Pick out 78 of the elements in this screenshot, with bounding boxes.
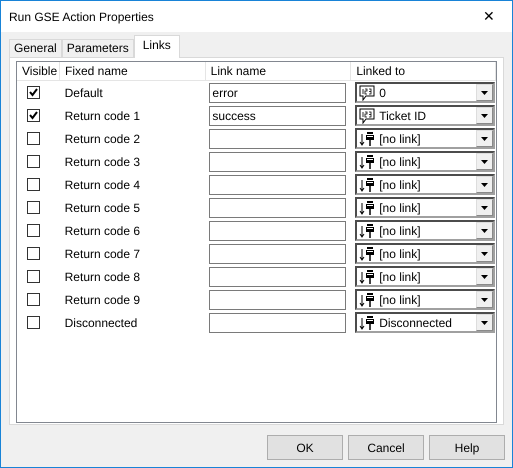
link-name-field[interactable] [209, 198, 346, 218]
caret-icon [476, 222, 494, 239]
link-name-field[interactable] [209, 244, 346, 264]
link-name-field[interactable] [209, 174, 346, 194]
link-name-field[interactable] [209, 128, 346, 148]
tab[interactable]: Parameters [62, 39, 134, 57]
dialog-button[interactable]: Help [429, 435, 505, 460]
column-header: Link name [206, 62, 352, 80]
fixed-name: Return code 4 [64, 176, 140, 192]
plug-icon [359, 246, 376, 262]
plug-icon [359, 314, 376, 330]
link-name-field[interactable]: error [209, 82, 346, 102]
caret-icon [476, 199, 494, 216]
checkbox[interactable] [27, 178, 40, 191]
fixed-name: Return code 8 [64, 268, 140, 284]
number-bubble-icon [359, 108, 376, 124]
caret-icon [476, 314, 494, 331]
caret-icon [476, 268, 494, 285]
fixed-name: Return code 6 [64, 222, 140, 238]
checkbox[interactable] [27, 109, 40, 122]
link-name-field[interactable]: success [209, 106, 346, 126]
dialog-button[interactable]: Cancel [348, 435, 424, 460]
plug-icon [359, 268, 376, 284]
column-header: Fixed name [60, 62, 206, 80]
link-name-field[interactable] [209, 290, 346, 310]
linked-to-dropdown[interactable]: [no link] [355, 197, 496, 218]
fixed-name: Default [64, 84, 103, 100]
linked-to-dropdown[interactable]: [no link] [355, 128, 496, 149]
fixed-name: Return code 1 [64, 108, 140, 122]
checkbox[interactable] [27, 293, 40, 306]
checkbox[interactable] [27, 86, 40, 99]
fixed-name: Return code 3 [64, 154, 140, 168]
checkbox[interactable] [27, 270, 40, 283]
linked-to-dropdown[interactable]: [no link] [355, 243, 496, 264]
tab[interactable]: Links [134, 35, 180, 58]
link-name-field[interactable] [209, 152, 346, 172]
linked-to-dropdown[interactable]: [no link] [355, 289, 496, 310]
linked-to-dropdown[interactable]: [no link] [355, 266, 496, 287]
plug-icon [359, 154, 376, 170]
caret-icon [476, 176, 494, 193]
fixed-name: Return code 5 [64, 200, 140, 214]
checkbox[interactable] [27, 247, 40, 260]
caret-icon [476, 291, 494, 308]
link-name-field[interactable] [209, 220, 346, 240]
plug-icon [359, 222, 376, 238]
caret-icon [476, 107, 494, 124]
link-name-field[interactable] [209, 266, 346, 286]
checkbox[interactable] [27, 132, 40, 145]
fixed-name: Return code 7 [64, 246, 140, 260]
plug-icon [359, 200, 376, 216]
caret-icon [476, 245, 494, 262]
linked-to-dropdown[interactable]: Disconnected [355, 312, 496, 333]
checkbox[interactable] [27, 201, 40, 214]
linked-to-dropdown[interactable]: 0 [355, 82, 496, 103]
linked-to-dropdown[interactable]: [no link] [355, 174, 496, 195]
column-header: Linked to [351, 62, 496, 80]
fixed-name: Return code 9 [64, 292, 140, 306]
fixed-name: Return code 2 [64, 130, 140, 146]
plug-icon [359, 130, 376, 146]
checkbox[interactable] [27, 155, 40, 168]
caret-icon [476, 153, 494, 170]
plug-icon [359, 292, 376, 308]
caret-icon [476, 130, 494, 147]
number-bubble-icon [359, 84, 376, 100]
window-title: Run GSE Action Properties [9, 8, 154, 26]
dialog-button[interactable]: OK [267, 435, 343, 460]
linked-to-dropdown[interactable]: Ticket ID [355, 105, 496, 126]
plug-icon [359, 176, 376, 192]
column-header: Visible [17, 62, 60, 80]
close-button[interactable]: ✕ [466, 1, 512, 32]
checkbox[interactable] [27, 316, 40, 329]
link-name-field[interactable] [209, 312, 346, 332]
checkbox[interactable] [27, 224, 40, 237]
fixed-name: Disconnected [64, 314, 138, 330]
tab[interactable]: General [9, 39, 62, 57]
linked-to-dropdown[interactable]: [no link] [355, 151, 496, 172]
caret-icon [476, 84, 494, 101]
linked-to-dropdown[interactable]: [no link] [355, 220, 496, 241]
